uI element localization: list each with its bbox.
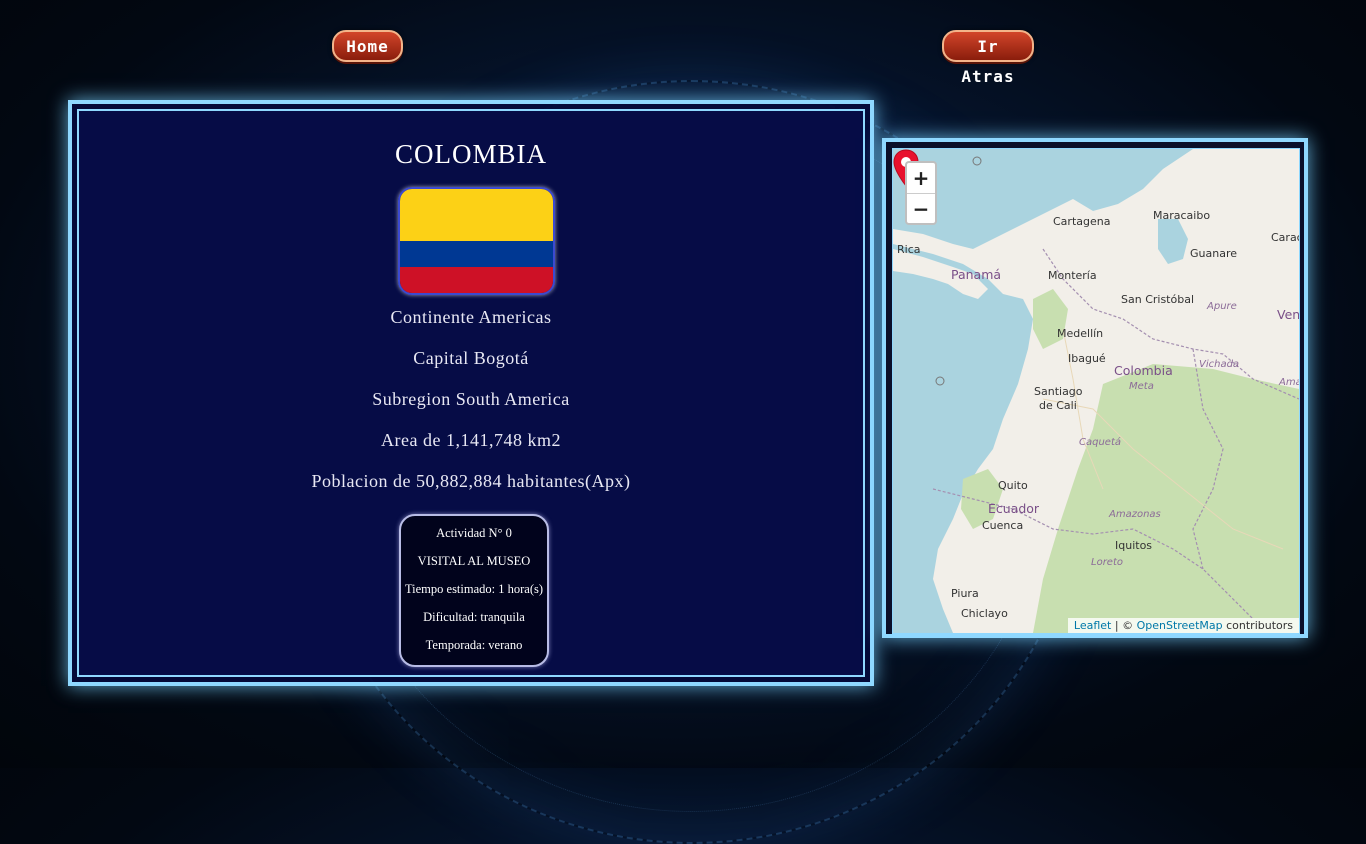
map-label-cuenca: Cuenca <box>982 519 1024 532</box>
map-attribution: Leaflet | © OpenStreetMap contributors <box>1067 618 1299 633</box>
map-label-amazonas: Amazonas <box>1109 509 1161 520</box>
activity-season: Temporada: verano <box>425 638 523 652</box>
activity-time: Tiempo estimado: 1 hora(s) <box>404 582 544 596</box>
flag-blue-stripe <box>400 241 553 267</box>
map-label-piura: Piura <box>951 587 979 600</box>
openstreetmap-link[interactable]: OpenStreetMap <box>1137 619 1223 632</box>
flag-red-stripe <box>400 267 553 293</box>
map-label-vichada: Vichada <box>1199 359 1240 370</box>
map-label-iquitos: Iquitos <box>1115 539 1153 552</box>
map-view[interactable]: Cartagena Maracaibo Caracas Rica Panamá … <box>892 148 1300 634</box>
map-label-medellin: Medellín <box>1057 327 1104 340</box>
map-label-chiclayo: Chiclayo <box>961 607 1008 620</box>
map-label-colombia: Colombia <box>1114 363 1173 378</box>
map-label-de-cali: de Cali <box>1039 399 1077 412</box>
country-flag <box>398 187 555 295</box>
zoom-control: + − <box>905 161 937 225</box>
map-label-ibague: Ibagué <box>1068 352 1106 365</box>
map-label-rica: Rica <box>897 243 921 256</box>
area-text: Area de 1,141,748 km2 <box>381 430 561 450</box>
map-label-monteria: Montería <box>1048 269 1097 282</box>
country-info-panel: COLOMBIA Continente Americas Capital Bog… <box>68 100 874 686</box>
attribution-contributors: contributors <box>1222 619 1293 632</box>
back-button[interactable]: Ir Atras <box>942 30 1034 86</box>
leaflet-link[interactable]: Leaflet <box>1074 619 1111 632</box>
map-label-santiago: Santiago <box>1034 385 1083 398</box>
map-label-maracaibo: Maracaibo <box>1153 209 1211 222</box>
map-label-apure: Apure <box>1207 301 1237 312</box>
activity-card: Actividad N° 0 VISITAL AL MUSEO Tiempo e… <box>399 514 549 667</box>
map-label-san-cristobal: San Cristóbal <box>1121 293 1195 306</box>
country-title: COLOMBIA <box>394 139 547 169</box>
activity-name: VISITAL AL MUSEO <box>417 554 531 568</box>
zoom-out-button[interactable]: − <box>907 194 935 224</box>
continent-text: Continente Americas <box>390 307 552 327</box>
capital-text: Capital Bogotá <box>413 348 529 368</box>
map-label-loreto: Loreto <box>1091 557 1123 568</box>
country-info-inner: COLOMBIA Continente Americas Capital Bog… <box>77 109 865 677</box>
zoom-in-button[interactable]: + <box>907 163 935 194</box>
map-label-caqueta: Caquetá <box>1079 437 1121 448</box>
activity-number: Actividad N° 0 <box>436 526 512 540</box>
map-label-quito: Quito <box>998 479 1028 492</box>
map-label-ven: Ven <box>1277 307 1300 322</box>
home-button[interactable]: Home <box>332 30 403 62</box>
map-label-ecuador: Ecuador <box>988 501 1040 516</box>
subregion-text: Subregion South America <box>372 389 570 409</box>
map-label-meta: Meta <box>1129 381 1154 392</box>
map-label-caracas: Caracas <box>1271 231 1299 244</box>
map-label-panama: Panamá <box>951 267 1002 282</box>
map-label-guanare: Guanare <box>1190 247 1237 260</box>
attribution-separator: | © <box>1111 619 1137 632</box>
map-panel: Cartagena Maracaibo Caracas Rica Panamá … <box>882 138 1308 638</box>
flag-yellow-stripe <box>400 189 553 241</box>
map-label-cartagena: Cartagena <box>1053 215 1111 228</box>
population-text: Poblacion de 50,882,884 habitantes(Apx) <box>311 471 631 491</box>
activity-difficulty: Dificultad: tranquila <box>423 610 525 624</box>
map-label-ama: Ama. <box>1279 377 1299 388</box>
